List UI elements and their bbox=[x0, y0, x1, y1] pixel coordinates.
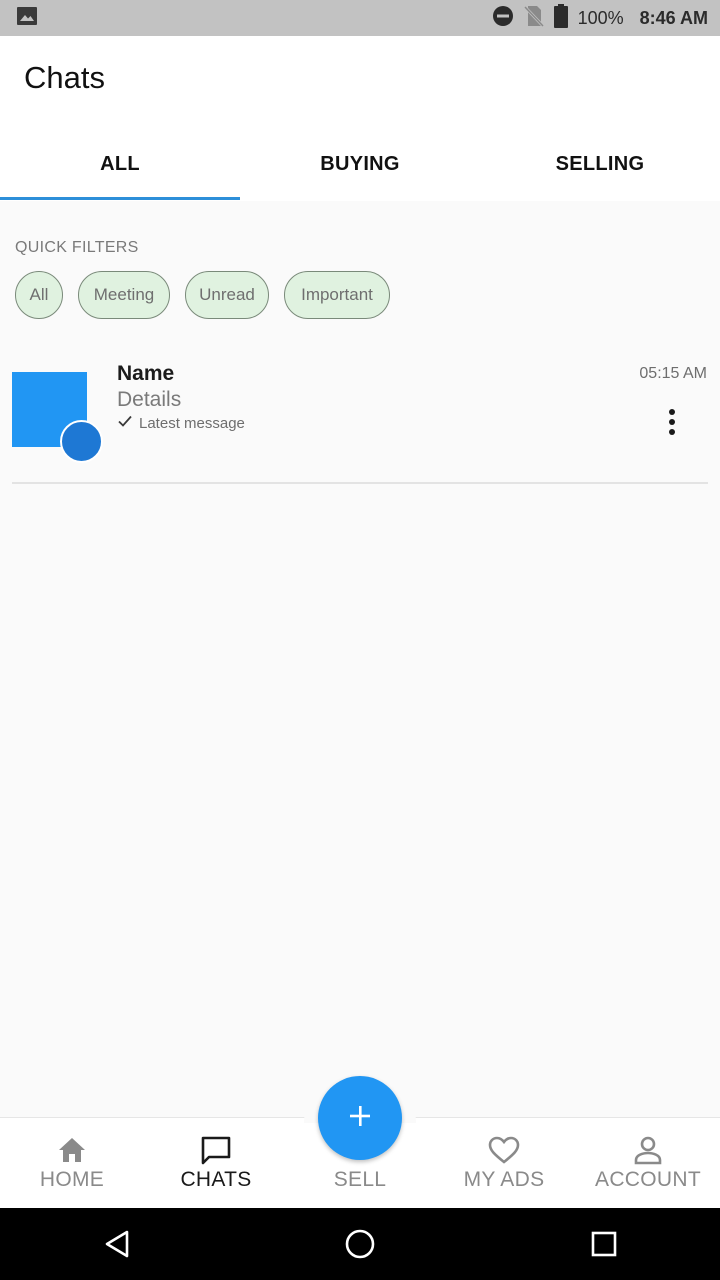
home-icon bbox=[57, 1134, 87, 1166]
nav-my-ads[interactable]: MY ADS bbox=[432, 1118, 576, 1209]
avatar-badge bbox=[60, 420, 103, 463]
nav-chats-label: CHATS bbox=[180, 1168, 252, 1191]
no-sim-icon bbox=[523, 5, 544, 32]
battery-icon bbox=[553, 3, 568, 33]
filter-chip-unread[interactable]: Unread bbox=[185, 271, 269, 319]
back-icon[interactable] bbox=[99, 1226, 135, 1262]
tab-all[interactable]: ALL bbox=[0, 128, 240, 200]
chat-details: Details bbox=[117, 388, 182, 411]
chat-list-item[interactable]: Name Details Latest message 05:15 AM bbox=[0, 350, 720, 483]
chat-latest-message: Latest message bbox=[117, 414, 245, 432]
home-circle-icon[interactable] bbox=[342, 1226, 378, 1262]
heart-icon bbox=[488, 1134, 520, 1166]
nav-sell-label: SELL bbox=[333, 1168, 387, 1191]
page-title: Chats bbox=[24, 60, 105, 95]
more-vert-icon[interactable] bbox=[656, 406, 688, 438]
person-icon bbox=[633, 1134, 663, 1166]
tab-buying[interactable]: BUYING bbox=[240, 128, 480, 200]
chat-timestamp: 05:15 AM bbox=[639, 365, 707, 382]
recents-icon[interactable] bbox=[586, 1226, 622, 1262]
check-icon bbox=[117, 414, 133, 432]
tab-bar: ALL BUYING SELLING bbox=[0, 128, 720, 200]
battery-percent: 100% bbox=[577, 7, 624, 28]
filter-chip-all[interactable]: All bbox=[15, 271, 63, 319]
status-bar: 100% 8:46 AM bbox=[0, 0, 720, 36]
sell-fab-button[interactable] bbox=[318, 1076, 402, 1160]
nav-home[interactable]: HOME bbox=[0, 1118, 144, 1209]
nav-account[interactable]: ACCOUNT bbox=[576, 1118, 720, 1209]
clock: 8:46 AM bbox=[639, 7, 708, 28]
nav-home-label: HOME bbox=[39, 1168, 105, 1191]
nav-chats[interactable]: CHATS bbox=[144, 1118, 288, 1209]
chat-name: Name bbox=[117, 362, 175, 385]
nav-account-label: ACCOUNT bbox=[595, 1168, 701, 1191]
image-icon bbox=[16, 6, 38, 31]
list-divider bbox=[12, 482, 708, 484]
plus-icon bbox=[347, 1103, 373, 1134]
nav-my-ads-label: MY ADS bbox=[463, 1168, 545, 1191]
quick-filter-chips: All Meeting Unread Important bbox=[15, 271, 390, 319]
chat-bubble-icon bbox=[200, 1134, 232, 1166]
quick-filters-label: QUICK FILTERS bbox=[15, 239, 139, 256]
latest-message-text: Latest message bbox=[139, 414, 245, 432]
filter-chip-important[interactable]: Important bbox=[284, 271, 390, 319]
filter-chip-meeting[interactable]: Meeting bbox=[78, 271, 170, 319]
do-not-disturb-icon bbox=[492, 5, 514, 32]
tab-selling[interactable]: SELLING bbox=[480, 128, 720, 200]
system-nav-bar bbox=[0, 1208, 720, 1280]
app-header: Chats ALL BUYING SELLING bbox=[0, 36, 720, 201]
